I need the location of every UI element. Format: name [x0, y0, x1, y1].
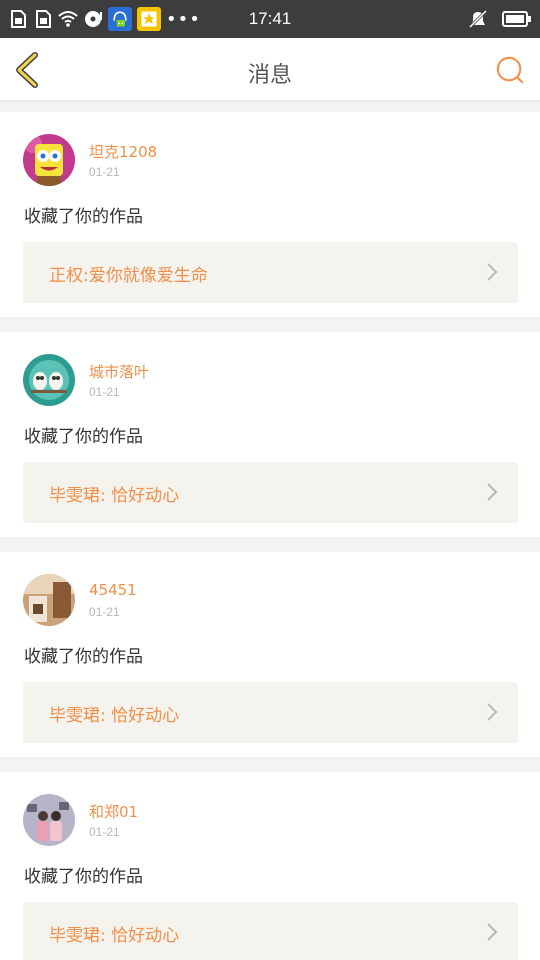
message-action-text: 收藏了你的作品	[24, 867, 143, 887]
work-link[interactable]: 毕雯珺: 恰好动心	[23, 682, 518, 743]
page-title: 消息	[247, 63, 292, 88]
username[interactable]: 城市落叶	[89, 361, 149, 382]
message-date: 01-21	[89, 605, 120, 619]
spongebob-avatar	[23, 134, 75, 186]
message-action-text: 收藏了你的作品	[24, 647, 143, 667]
user-avatar[interactable]	[23, 354, 75, 406]
username[interactable]: 坦克1208	[89, 141, 157, 162]
work-title: 毕雯珺: 恰好动心	[49, 926, 180, 946]
room-avatar	[23, 574, 75, 626]
mute-icon	[468, 9, 488, 29]
message-card: 城市落叶 01-21 收藏了你的作品 毕雯珺: 恰好动心	[0, 332, 540, 537]
message-date: 01-21	[89, 385, 120, 399]
chevron-right-icon	[487, 703, 498, 721]
user-avatar[interactable]	[23, 574, 75, 626]
message-list: 坦克1208 01-21 收藏了你的作品 正权:爱你就像爱生命 城市落叶 01-…	[0, 112, 540, 960]
work-title: 毕雯珺: 恰好动心	[49, 706, 180, 726]
username[interactable]: 和郑01	[89, 801, 138, 822]
message-card: 45451 01-21 收藏了你的作品 毕雯珺: 恰好动心	[0, 552, 540, 757]
status-icons-right	[468, 7, 532, 31]
navigation-bar: 消息	[0, 38, 540, 102]
user-avatar[interactable]	[23, 134, 75, 186]
message-card: 坦克1208 01-21 收藏了你的作品 正权:爱你就像爱生命	[0, 112, 540, 317]
message-action-text: 收藏了你的作品	[24, 207, 143, 227]
work-link[interactable]: 正权:爱你就像爱生命	[23, 242, 518, 303]
status-time: 17:41	[248, 9, 292, 28]
search-icon	[496, 56, 524, 84]
chevron-right-icon	[487, 923, 498, 941]
owls-avatar	[23, 354, 75, 406]
status-bar: ••• 17:41	[0, 0, 540, 38]
battery-icon	[502, 9, 532, 29]
people-avatar	[23, 794, 75, 846]
username[interactable]: 45451	[89, 581, 137, 599]
work-link[interactable]: 毕雯珺: 恰好动心	[23, 462, 518, 523]
work-title: 正权:爱你就像爱生命	[49, 266, 208, 286]
message-card: 和郑01 01-21 收藏了你的作品 毕雯珺: 恰好动心	[0, 772, 540, 960]
message-date: 01-21	[89, 825, 120, 839]
chevron-right-icon	[487, 263, 498, 281]
chevron-right-icon	[487, 483, 498, 501]
work-title: 毕雯珺: 恰好动心	[49, 486, 180, 506]
user-avatar[interactable]	[23, 794, 75, 846]
message-date: 01-21	[89, 165, 120, 179]
message-action-text: 收藏了你的作品	[24, 427, 143, 447]
search-button[interactable]	[494, 54, 526, 86]
work-link[interactable]: 毕雯珺: 恰好动心	[23, 902, 518, 960]
